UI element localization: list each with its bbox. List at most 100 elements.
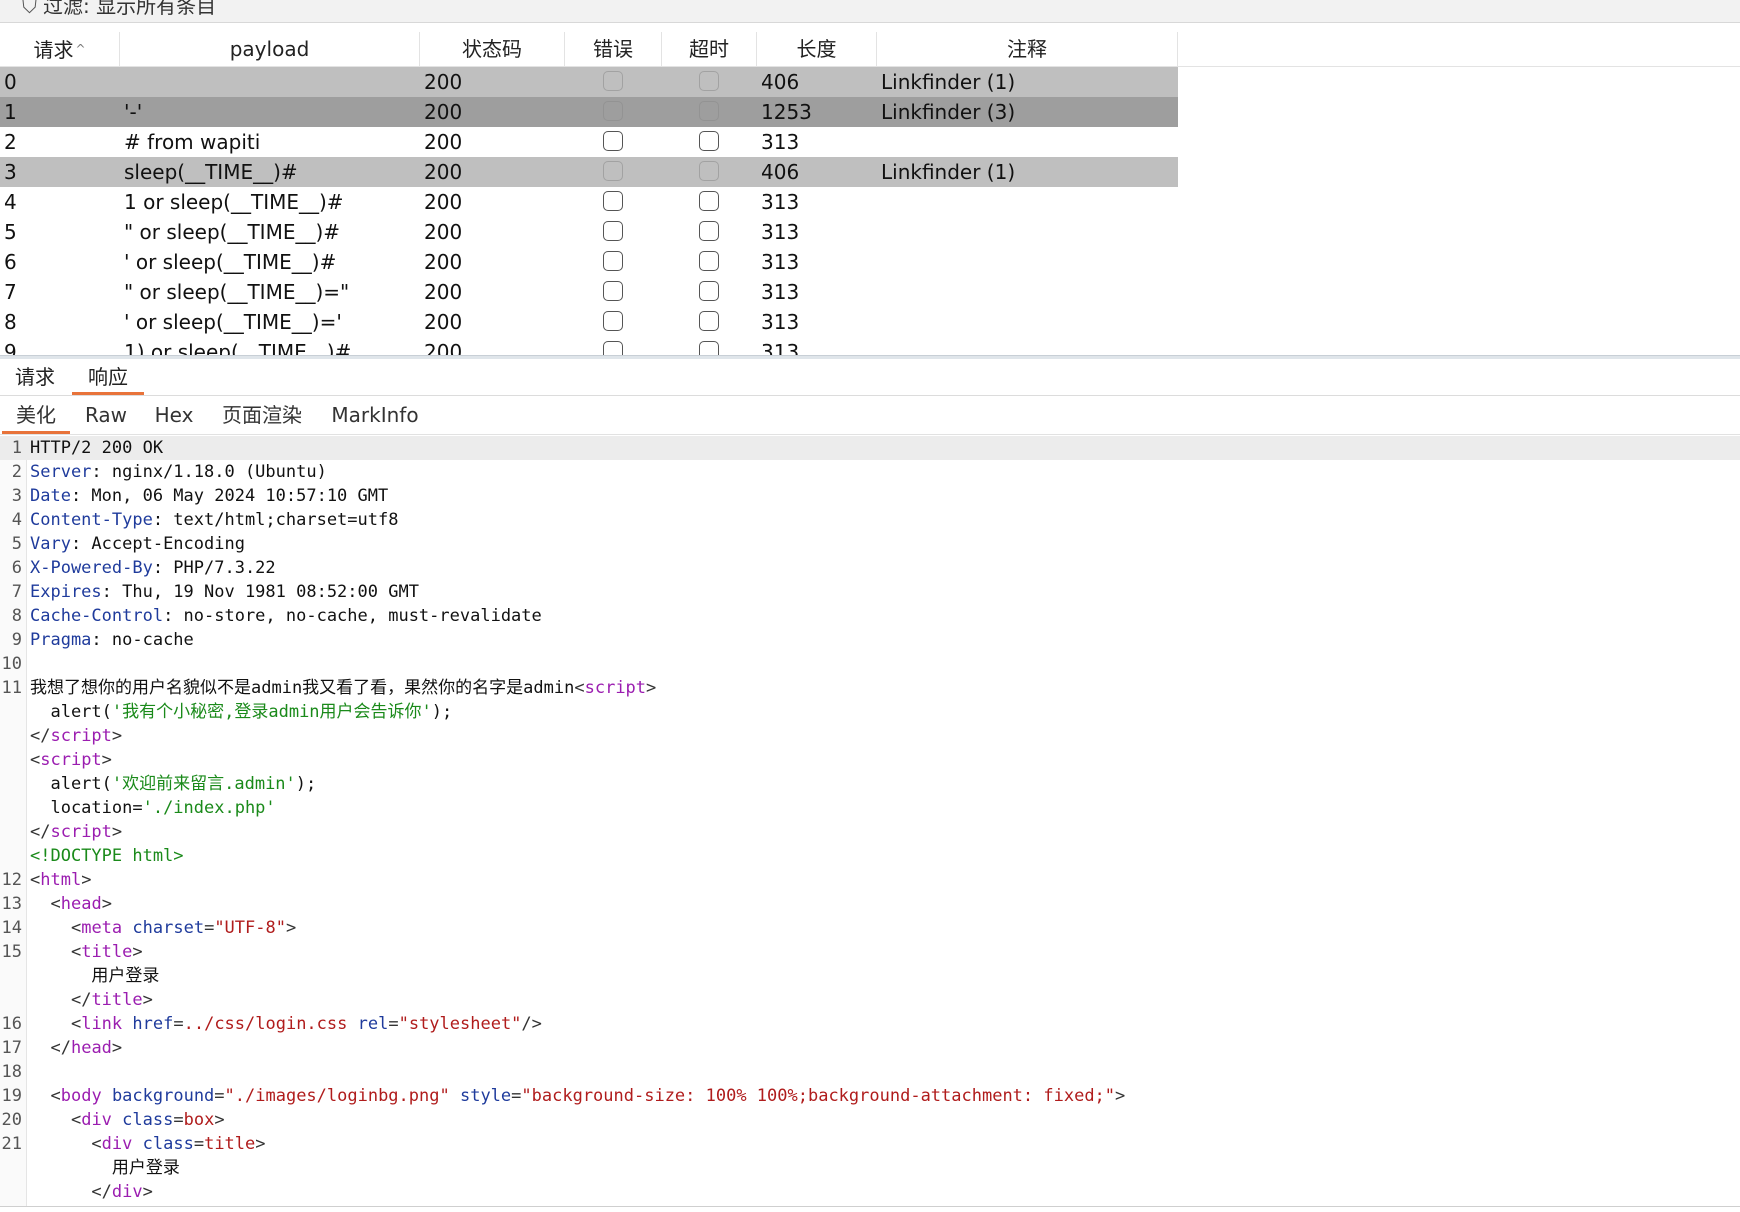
code-token: ../css/login.css: [183, 1014, 348, 1034]
table-row[interactable]: 5 " or sleep(__TIME__)# 200 313: [0, 217, 1178, 247]
cell-status: 200: [424, 160, 463, 184]
timeout-checkbox[interactable]: [699, 191, 719, 211]
error-checkbox[interactable]: [603, 281, 623, 301]
cell-length: 313: [761, 250, 800, 274]
timeout-checkbox[interactable]: [699, 131, 719, 151]
timeout-checkbox[interactable]: [699, 161, 719, 181]
code-token: Content-Type: [30, 510, 153, 530]
code-token: script: [50, 726, 112, 746]
line-number: 9: [11, 630, 22, 650]
timeout-checkbox[interactable]: [699, 281, 719, 301]
filter-bar[interactable]: ⛉ 过滤: 显示所有条目: [0, 0, 1740, 23]
code-token: div: [111, 1182, 143, 1202]
code-text: <html>: [30, 868, 91, 892]
cell-length: 313: [761, 280, 800, 304]
line-number: 13: [1, 894, 22, 914]
code-token: />: [521, 1014, 542, 1034]
code-token: </: [70, 990, 92, 1010]
code-token: Pragma: [30, 630, 92, 650]
timeout-checkbox[interactable]: [699, 251, 719, 271]
column-header-payload[interactable]: payload: [120, 32, 420, 66]
code-line: 9 Pragma: no-cache: [0, 628, 1740, 652]
timeout-checkbox[interactable]: [699, 71, 719, 91]
table-row[interactable]: 2 # from wapiti 200 313: [0, 127, 1178, 157]
error-checkbox[interactable]: [603, 251, 623, 271]
table-row[interactable]: 4 1 or sleep(__TIME__)# 200 313: [0, 187, 1178, 217]
results-table[interactable]: 请求 ^ payload 状态码 错误 超时 长度 注释 0 200 406 Linkf…: [0, 32, 1740, 356]
timeout-checkbox[interactable]: [699, 221, 719, 241]
code-token: : no-cache: [91, 630, 194, 650]
code-line: 17 </head>: [0, 1036, 1740, 1060]
code-text: 用户登录: [30, 1156, 180, 1180]
code-text: Pragma: no-cache: [30, 628, 194, 652]
code-line: 18: [0, 1060, 1740, 1084]
code-token: <: [70, 918, 82, 938]
tab-hex[interactable]: Hex: [142, 396, 206, 434]
column-header-length[interactable]: 长度: [757, 32, 877, 66]
code-token: </: [30, 726, 51, 746]
code-text: alert('欢迎前来留言.admin');: [30, 772, 316, 796]
timeout-checkbox[interactable]: [699, 101, 719, 121]
code-line: 2 Server: nginx/1.18.0 (Ubuntu): [0, 460, 1740, 484]
table-row[interactable]: 1 '-' 200 1253 Linkfinder (3): [0, 97, 1178, 127]
error-checkbox[interactable]: [603, 191, 623, 211]
column-header-error[interactable]: 错误: [565, 32, 662, 66]
code-token: >: [646, 678, 657, 698]
response-editor[interactable]: 1 HTTP/2 200 OK 2 Server: nginx/1.18.0 (Ubu…: [0, 436, 1740, 1206]
code-token: title: [91, 990, 143, 1010]
error-checkbox[interactable]: [603, 341, 623, 356]
table-row[interactable]: 7 " or sleep(__TIME__)=" 200 313: [0, 277, 1178, 307]
code-token: <: [30, 750, 41, 770]
timeout-checkbox[interactable]: [699, 341, 719, 356]
code-token: link: [81, 1014, 123, 1034]
error-checkbox[interactable]: [603, 311, 623, 331]
cell-request: 1: [4, 100, 17, 124]
code-token: class: [122, 1110, 174, 1130]
column-header-status[interactable]: 状态码: [420, 32, 565, 66]
table-row[interactable]: 9 1) or sleep(__TIME__)# 200 313: [0, 337, 1178, 356]
code-token: head: [70, 1038, 112, 1058]
tab-raw[interactable]: Raw: [76, 396, 136, 434]
cell-payload: # from wapiti: [124, 130, 261, 154]
line-number: 19: [1, 1086, 22, 1106]
error-checkbox[interactable]: [603, 221, 623, 241]
code-line: 1 HTTP/2 200 OK: [0, 436, 1740, 460]
code-line: 11 我想了想你的用户名貌似不是admin我又看了看，果然你的名字是admin<s…: [0, 676, 1740, 700]
column-header-comment[interactable]: 注释: [877, 32, 1178, 66]
code-text: </div>: [30, 1180, 152, 1204]
cell-comment: [881, 277, 1176, 307]
column-header-timeout[interactable]: 超时: [662, 32, 757, 66]
table-row[interactable]: 6 ' or sleep(__TIME__)# 200 313: [0, 247, 1178, 277]
cell-comment: [881, 307, 1176, 337]
code-line: location='./index.php': [0, 796, 1740, 820]
tab-pretty[interactable]: 美化: [2, 396, 70, 434]
error-checkbox[interactable]: [603, 71, 623, 91]
cell-length: 1253: [761, 100, 812, 124]
code-token: </: [91, 1182, 112, 1202]
code-token: : Mon, 06 May 2024 10:57:10 GMT: [70, 486, 389, 506]
timeout-checkbox[interactable]: [699, 311, 719, 331]
error-checkbox[interactable]: [603, 101, 623, 121]
code-token: >: [255, 1134, 266, 1154]
tab-render[interactable]: 页面渲染: [212, 396, 312, 434]
code-line: alert('欢迎前来留言.admin');: [0, 772, 1740, 796]
column-header-request[interactable]: 请求 ^: [0, 32, 120, 66]
code-line: </div>: [0, 1180, 1740, 1204]
error-checkbox[interactable]: [603, 131, 623, 151]
line-number: 12: [1, 870, 22, 890]
line-number: 16: [1, 1014, 22, 1034]
tab-response[interactable]: 响应: [72, 359, 144, 395]
table-row[interactable]: 8 ' or sleep(__TIME__)=' 200 313: [0, 307, 1178, 337]
tab-request[interactable]: 请求: [2, 359, 68, 395]
cell-request: 0: [4, 70, 17, 94]
cell-payload: " or sleep(__TIME__)=": [124, 280, 350, 304]
table-row[interactable]: 3 sleep(__TIME__)# 200 406 Linkfinder (1): [0, 157, 1178, 187]
code-text: <head>: [30, 892, 111, 916]
table-row[interactable]: 0 200 406 Linkfinder (1): [0, 67, 1178, 97]
line-number: 20: [1, 1110, 22, 1130]
tab-markinfo[interactable]: MarkInfo: [322, 396, 428, 434]
error-checkbox[interactable]: [603, 161, 623, 181]
